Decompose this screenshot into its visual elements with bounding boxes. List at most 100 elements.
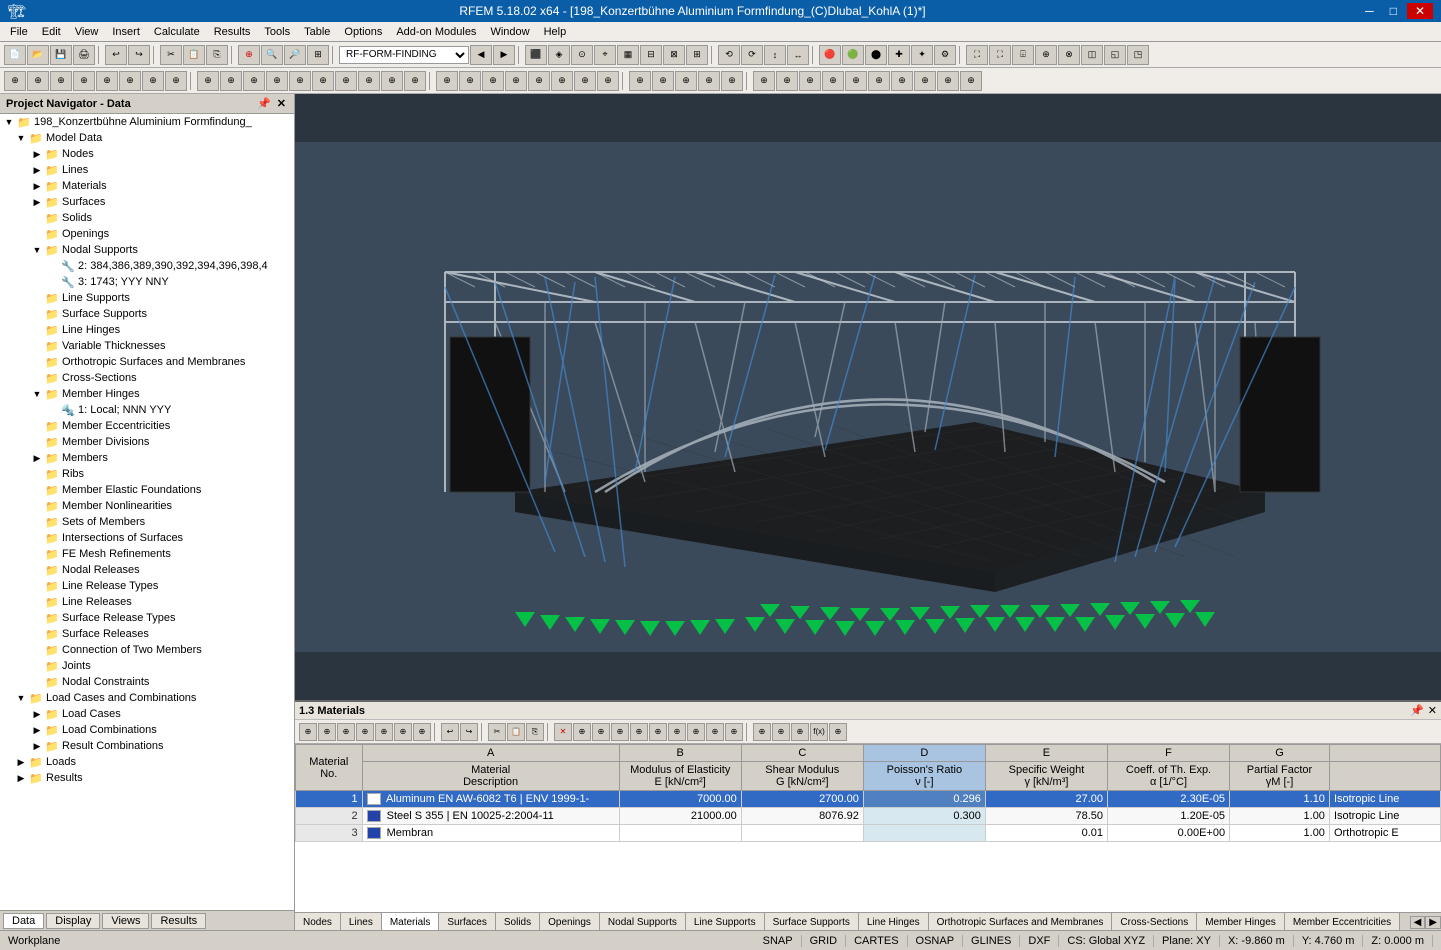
tt-f5[interactable]: ⊕	[829, 723, 847, 741]
maximize-btn[interactable]: □	[1384, 3, 1403, 19]
tab-surface-supports[interactable]: Surface Supports	[765, 913, 859, 930]
tt-e9[interactable]: ⊕	[706, 723, 724, 741]
tab-line-supports[interactable]: Line Supports	[686, 913, 765, 930]
tb2-d7[interactable]: ⊕	[574, 71, 596, 91]
rcomb-expander[interactable]: ▶	[30, 739, 44, 753]
tree-item-orthotropic[interactable]: ▶ 📁 Orthotropic Surfaces and Membranes	[0, 354, 294, 370]
tree-item-member-elastic-foundations[interactable]: ▶ 📁 Member Elastic Foundations	[0, 482, 294, 498]
cell-row2-comment[interactable]: Isotropic Line	[1329, 808, 1440, 825]
tt-d2[interactable]: 📋	[507, 723, 525, 741]
status-snap[interactable]: SNAP	[755, 935, 802, 947]
tree-item-member-eccentricities[interactable]: ▶ 📁 Member Eccentricities	[0, 418, 294, 434]
cell-row3-partial[interactable]: 1.00	[1230, 825, 1330, 842]
tab-openings[interactable]: Openings	[540, 913, 600, 930]
tt-e2[interactable]: ⊕	[573, 723, 591, 741]
tree-item-surfaces[interactable]: ▶ 📁 Surfaces	[0, 194, 294, 210]
tb2-f1[interactable]: ⊕	[753, 71, 775, 91]
tree-item-surface-supports[interactable]: ▶ 📁 Surface Supports	[0, 306, 294, 322]
tt-d1[interactable]: ✂	[488, 723, 506, 741]
tb2-c2[interactable]: ⊕	[220, 71, 242, 91]
tree-item-member-nonlinearities[interactable]: ▶ 📁 Member Nonlinearities	[0, 498, 294, 514]
tb-c8[interactable]: ⊞	[686, 45, 708, 65]
menu-item-edit[interactable]: Edit	[36, 24, 67, 40]
tb2-f3[interactable]: ⊕	[799, 71, 821, 91]
tb2-f8[interactable]: ⊕	[914, 71, 936, 91]
tt-c2[interactable]: ↪	[460, 723, 478, 741]
menu-item-results[interactable]: Results	[208, 24, 257, 40]
tb-f1[interactable]: ⛶	[966, 45, 988, 65]
tab-orthotropic[interactable]: Orthotropic Surfaces and Membranes	[929, 913, 1113, 930]
tt-c1[interactable]: ↩	[441, 723, 459, 741]
root-expander[interactable]: ▼	[2, 115, 16, 129]
cell-row3-coeff[interactable]: 0.00E+00	[1107, 825, 1229, 842]
tree-item-nodal-support-3[interactable]: ▶ 🔧 3: 1743; YYY NNY	[0, 274, 294, 290]
lines-expander[interactable]: ▶	[30, 163, 44, 177]
tb-fwd[interactable]: ▶	[493, 45, 515, 65]
tree-item-nodal-releases[interactable]: ▶ 📁 Nodal Releases	[0, 562, 294, 578]
tree-item-line-release-types[interactable]: ▶ 📁 Line Release Types	[0, 578, 294, 594]
menu-item-calculate[interactable]: Calculate	[148, 24, 206, 40]
tree-item-loads[interactable]: ▶ 📁 Loads	[0, 754, 294, 770]
cell-row2-poisson[interactable]: 0.300	[863, 808, 985, 825]
tree-item-nodal-constraints[interactable]: ▶ 📁 Nodal Constraints	[0, 674, 294, 690]
tb2-c3[interactable]: ⊕	[243, 71, 265, 91]
tree-item-member-divisions[interactable]: ▶ 📁 Member Divisions	[0, 434, 294, 450]
tab-member-eccentricities[interactable]: Member Eccentricities	[1285, 913, 1400, 930]
menu-item-tools[interactable]: Tools	[258, 24, 296, 40]
mh-expander[interactable]: ▼	[30, 387, 44, 401]
cell-row3-desc[interactable]: Membran	[362, 825, 619, 842]
tb-b2[interactable]: 📋	[183, 45, 205, 65]
loads-expander[interactable]: ▶	[14, 755, 28, 769]
tb-e2[interactable]: 🟢	[842, 45, 864, 65]
surfaces-expander[interactable]: ▶	[30, 195, 44, 209]
tb-c3[interactable]: ⊙	[571, 45, 593, 65]
tree-item-lines[interactable]: ▶ 📁 Lines	[0, 162, 294, 178]
nav-pin[interactable]: 📌	[255, 97, 273, 110]
tree-item-nodes[interactable]: ▶ 📁 Nodes	[0, 146, 294, 162]
tb2-b6[interactable]: ⊕	[119, 71, 141, 91]
cell-row1-poisson[interactable]: 0.296	[863, 791, 985, 808]
tree-root[interactable]: ▼ 📁 198_Konzertbühne Aluminium Formfindu…	[0, 114, 294, 130]
cell-row1-comment[interactable]: Isotropic Line	[1329, 791, 1440, 808]
status-dxf[interactable]: DXF	[1020, 935, 1059, 947]
tab-materials[interactable]: Materials	[382, 913, 440, 930]
tree-item-openings[interactable]: ▶ 📁 Openings	[0, 226, 294, 242]
tb2-e5[interactable]: ⊕	[721, 71, 743, 91]
table-row[interactable]: 1 Aluminum EN AW-6082 T6 | ENV 1999-1- 7…	[296, 791, 1441, 808]
tt-b4[interactable]: ⊕	[356, 723, 374, 741]
tree-item-fe-mesh[interactable]: ▶ 📁 FE Mesh Refinements	[0, 546, 294, 562]
lcomb-expander[interactable]: ▶	[30, 723, 44, 737]
tb-b3[interactable]: ⎘	[206, 45, 228, 65]
tt-f2[interactable]: ⊕	[772, 723, 790, 741]
tb-c2[interactable]: ◈	[548, 45, 570, 65]
cell-row2-spec-w[interactable]: 78.50	[985, 808, 1107, 825]
tb2-f5[interactable]: ⊕	[845, 71, 867, 91]
tb2-b5[interactable]: ⊕	[96, 71, 118, 91]
tabs-scroll-right[interactable]: ▶	[1425, 916, 1441, 929]
tt-e8[interactable]: ⊕	[687, 723, 705, 741]
tree-item-ribs[interactable]: ▶ 📁 Ribs	[0, 466, 294, 482]
tb2-e4[interactable]: ⊕	[698, 71, 720, 91]
close-btn[interactable]: ✕	[1407, 3, 1433, 19]
tree-item-result-combinations[interactable]: ▶ 📁 Result Combinations	[0, 738, 294, 754]
tree-item-nodal-supports[interactable]: ▼ 📁 Nodal Supports	[0, 242, 294, 258]
3d-viewport[interactable]	[295, 94, 1441, 700]
tb2-c10[interactable]: ⊕	[404, 71, 426, 91]
tab-line-hinges[interactable]: Line Hinges	[859, 913, 929, 930]
tb2-c7[interactable]: ⊕	[335, 71, 357, 91]
status-osnap[interactable]: OSNAP	[908, 935, 964, 947]
tb2-e3[interactable]: ⊕	[675, 71, 697, 91]
tab-nodes[interactable]: Nodes	[295, 913, 341, 930]
tab-views[interactable]: Views	[102, 913, 149, 929]
tt-e5[interactable]: ⊕	[630, 723, 648, 741]
nodal-supports-expander[interactable]: ▼	[30, 243, 44, 257]
tb2-d1[interactable]: ⊕	[436, 71, 458, 91]
mem-expander[interactable]: ▶	[30, 451, 44, 465]
tb2-d8[interactable]: ⊕	[597, 71, 619, 91]
minimize-btn[interactable]: ─	[1359, 3, 1380, 19]
tab-cross-sections[interactable]: Cross-Sections	[1112, 913, 1197, 930]
tab-lines[interactable]: Lines	[341, 913, 382, 930]
tree-item-joints[interactable]: ▶ 📁 Joints	[0, 658, 294, 674]
module-combo[interactable]: RF-FORM-FINDING	[339, 46, 469, 64]
table-row[interactable]: 2 Steel S 355 | EN 10025-2:2004-11 21000…	[296, 808, 1441, 825]
